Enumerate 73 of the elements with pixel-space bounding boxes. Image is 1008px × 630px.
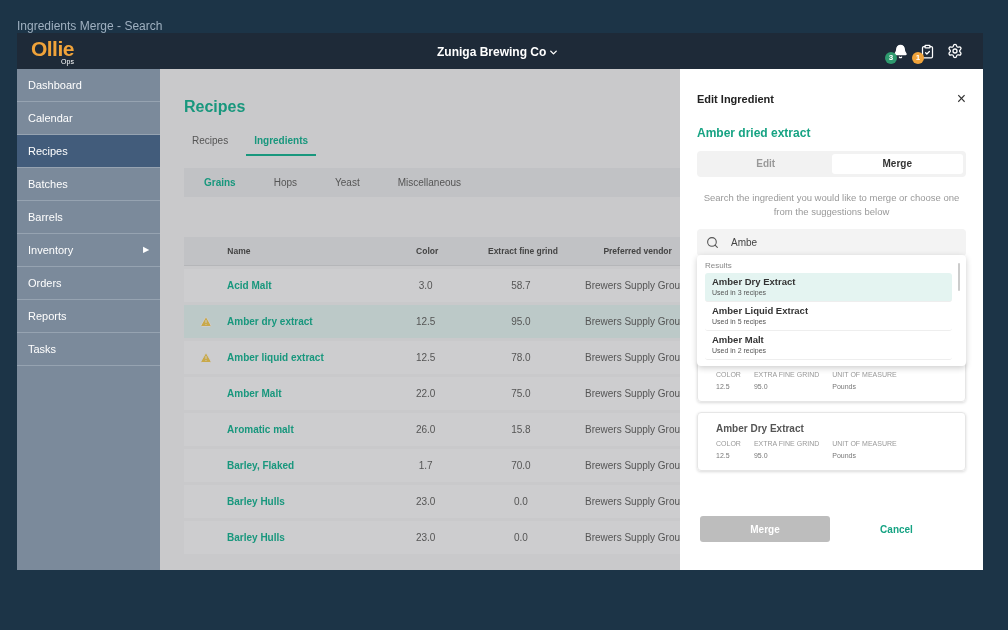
table-cell-text: 58.7 [510, 279, 532, 293]
page-heading: Recipes [184, 97, 247, 117]
cancel-button[interactable]: Cancel [830, 521, 963, 537]
panel-title: Edit Ingredient [697, 92, 774, 107]
task-count: 1 [912, 51, 924, 64]
column-header: Color [415, 244, 440, 258]
ingredient-link[interactable]: Acid Malt [227, 278, 393, 293]
table-cell-text: 23.0 [414, 531, 437, 545]
table-row[interactable]: Aromatic malt 26.0 15.8 Brewers Supply Grou [184, 413, 680, 446]
ingredient-link[interactable]: Barley Hulls [227, 530, 393, 545]
search-field[interactable]: Ambe [697, 228, 966, 256]
table-row[interactable]: Amber dry extract 12.5 95.0 Brewers Supply Grou [184, 305, 680, 338]
table-cell-text: 12.5 [414, 315, 437, 329]
warning-icon [199, 351, 212, 364]
table-cell-text: Brewers Supply Grou [583, 315, 680, 329]
table-cell-text: 70.0 [510, 459, 532, 473]
search-icon [706, 235, 719, 249]
merge-hint: Search the ingredient you would like to merge or choose one from the suggestions below [702, 190, 961, 219]
ingredient-name: Amber dried extract [697, 124, 812, 142]
mode-tab[interactable]: Edit [700, 153, 832, 174]
table-cell-text: Brewers Supply Grou [583, 351, 680, 365]
table-cell-text: 78.0 [510, 351, 532, 365]
clipboard-icon[interactable] [920, 43, 935, 59]
table-row[interactable]: Barley Hulls 23.0 0.0 Brewers Supply Grou [184, 521, 680, 554]
ingredient-link[interactable]: Amber Malt [227, 386, 393, 401]
settings-icon[interactable] [947, 43, 963, 59]
column-header: Name [227, 244, 252, 258]
ingredient-link[interactable]: Amber liquid extract [227, 350, 393, 365]
ingredient-link[interactable]: Barley, Flaked [227, 458, 393, 473]
table-cell-text: Brewers Supply Grou [583, 531, 680, 545]
results-heading: Results [705, 261, 733, 271]
expand-arrow: ▶ [143, 244, 149, 256]
page-title: Ingredients Merge - Search [17, 18, 163, 35]
table-cell-text: 22.0 [414, 387, 437, 401]
table-cell-text: 95.0 [510, 315, 532, 329]
ingredient-link[interactable]: Barley Hulls [227, 494, 393, 509]
table-cell-text: 15.8 [510, 423, 532, 437]
column-header: Extract fine grind [486, 244, 559, 258]
table-cell-text: Brewers Supply Grou [583, 423, 680, 437]
table-cell-text: 0.0 [512, 531, 529, 545]
table-cell-text: Brewers Supply Grou [583, 459, 680, 473]
company-selector[interactable]: Zuniga Brewing Co [437, 43, 560, 61]
sidebar-item[interactable]: Recipes [17, 135, 160, 168]
mode-tab[interactable]: Merge [831, 153, 963, 174]
ingredient-link[interactable]: Aromatic malt [227, 422, 393, 437]
table-cell-text: 0.0 [512, 495, 529, 509]
bell-icon[interactable] [893, 43, 908, 59]
close-button[interactable]: × [956, 91, 966, 108]
table-row[interactable]: Barley, Flaked 1.7 70.0 Brewers Supply Grou [184, 449, 680, 482]
table-cell-text: 3.0 [417, 279, 434, 293]
category-tab[interactable]: Yeast [335, 175, 360, 190]
tab[interactable]: Ingredients [246, 133, 317, 156]
table-cell-text: Brewers Supply Grou [583, 495, 680, 509]
table-cell-text: 26.0 [414, 423, 437, 437]
table-cell-text: 1.7 [417, 459, 434, 473]
logo: Ollie [31, 37, 74, 59]
warning-icon [199, 315, 212, 328]
table-row[interactable]: Acid Malt 3.0 58.7 Brewers Supply Grou [184, 269, 680, 302]
notification-count: 3 [885, 51, 897, 64]
category-tab[interactable]: Hops [273, 175, 298, 190]
suggestion-name: Amber Dry Extract [716, 421, 805, 436]
table-cell-text: Brewers Supply Grou [583, 279, 680, 293]
table-row[interactable]: Amber liquid extract 12.5 78.0 Brewers Supply Grou [184, 341, 680, 374]
category-tab[interactable]: Miscellaneous [397, 175, 462, 190]
tab[interactable]: Recipes [184, 133, 237, 156]
table-cell-text: 12.5 [414, 351, 437, 365]
column-header: Preferred vendor [602, 244, 673, 258]
table-row[interactable]: Amber Malt 22.0 75.0 Brewers Supply Grou [184, 377, 680, 410]
table-row[interactable]: Barley Hulls 23.0 0.0 Brewers Supply Grou [184, 485, 680, 518]
table-cell-text: 23.0 [414, 495, 437, 509]
table-cell-text: Brewers Supply Grou [583, 387, 680, 401]
table-cell-text: 75.0 [510, 387, 532, 401]
scrollbar[interactable] [958, 263, 960, 291]
